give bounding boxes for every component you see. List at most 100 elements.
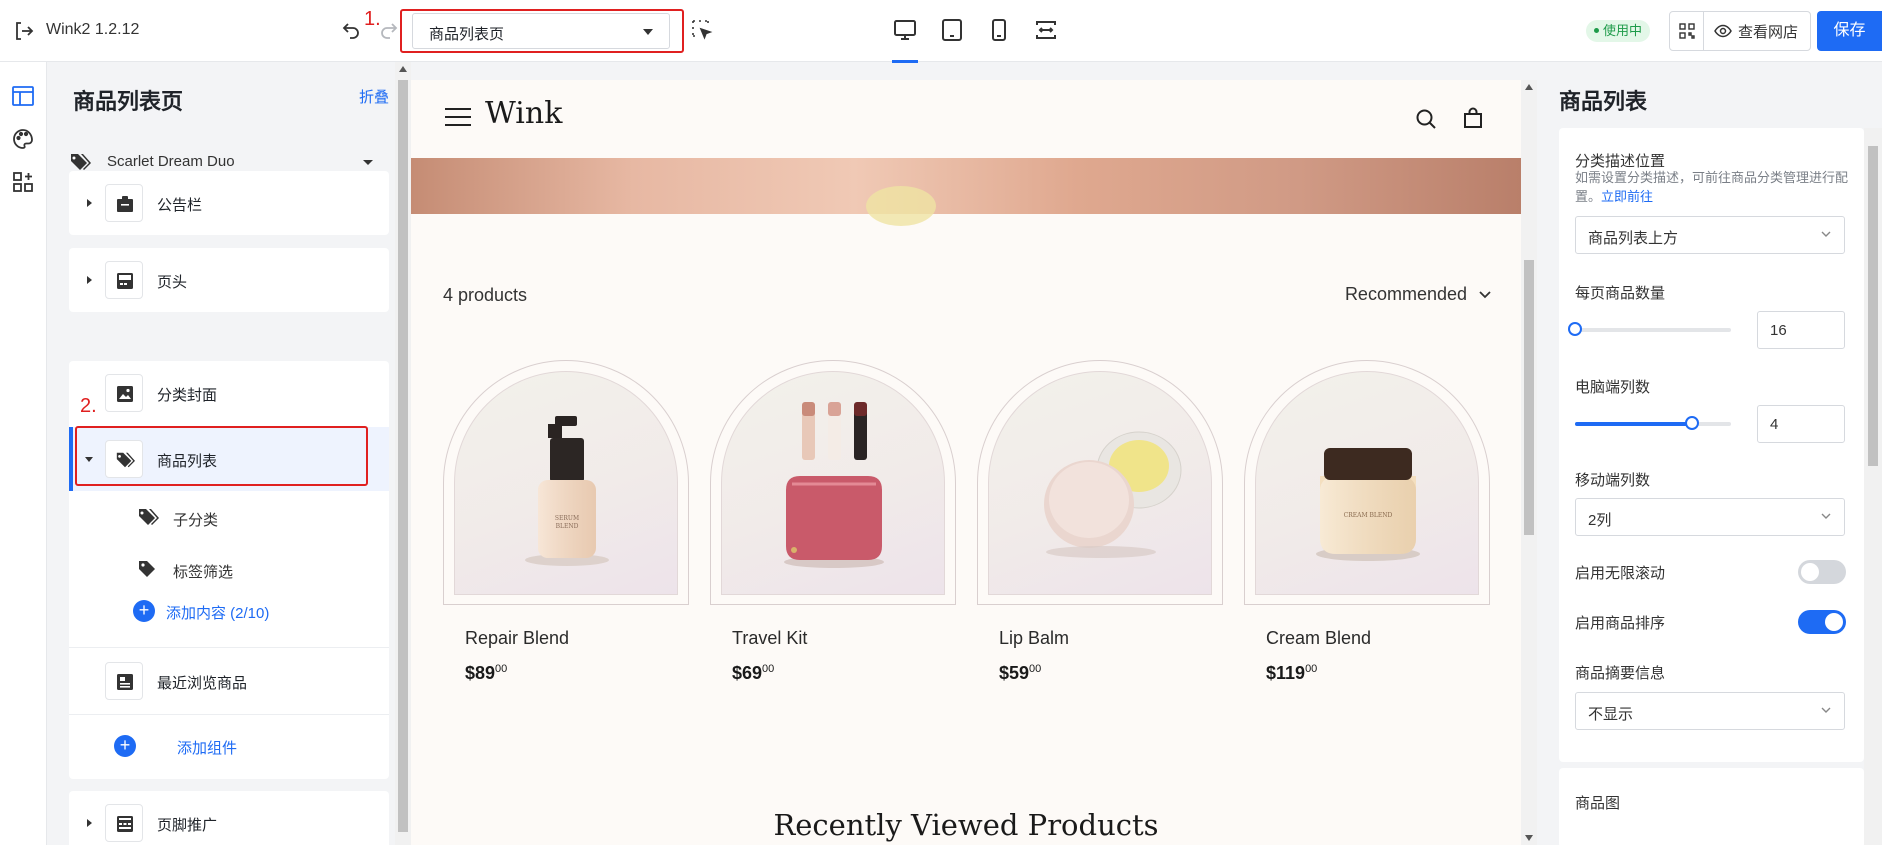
section-header[interactable]: 页头 [69,248,389,312]
tags-icon [70,154,91,170]
category-desc-select[interactable]: 商品列表上方 [1575,216,1845,254]
sorting-label: 启用商品排序 [1575,615,1666,632]
product-image: SERUM BLEND [454,371,678,595]
mobile-cols-label: 移动端列数 [1575,472,1651,489]
add-content-button[interactable]: + 添加内容 (2/10) [69,590,369,630]
desktop-cols-input[interactable]: 4 [1757,405,1845,443]
infinite-scroll-toggle[interactable] [1798,560,1846,584]
tool-rail [0,62,47,845]
mobile-icon[interactable] [986,17,1012,43]
section-category-cover[interactable]: 分类封面 [69,361,389,425]
summary-select[interactable]: 不显示 [1575,692,1845,730]
add-component-button[interactable]: + 添加组件 [69,725,369,765]
per-page-slider[interactable] [1568,322,1731,336]
slider-handle[interactable] [1568,322,1582,336]
status-badge-label: 使用中 [1603,23,1643,38]
chevron-down-icon [1821,707,1831,713]
qr-code-button[interactable] [1670,12,1704,50]
menu-icon[interactable] [445,108,471,128]
divider [69,647,389,648]
add-component-label: 添加组件 [177,740,238,757]
tablet-landscape-icon[interactable] [939,17,965,43]
slider-handle[interactable] [1685,416,1699,430]
go-now-link[interactable]: 立即前往 [1601,189,1653,204]
chevron-down-icon [1821,231,1831,237]
element-picker-icon[interactable] [690,18,714,42]
cart-icon[interactable] [1461,106,1485,130]
scroll-up-icon[interactable] [399,66,407,72]
exit-icon[interactable] [12,19,36,43]
collapse-link[interactable]: 折叠 [359,86,389,107]
chevron-down-icon [1479,290,1491,298]
section-label: 商品列表 [157,453,218,470]
expand-icon[interactable] [87,199,92,207]
product-image [988,371,1212,595]
left-scrollbar[interactable] [395,62,411,845]
product-price: $6900 [732,663,775,683]
product-name[interactable]: Lip Balm [999,628,1069,649]
select-value: 不显示 [1588,706,1634,723]
sort-select[interactable]: Recommended [1345,284,1491,305]
expand-icon[interactable] [87,276,92,284]
apps-add-icon[interactable] [11,170,35,194]
expand-icon[interactable] [87,819,92,827]
desktop-cols-label: 电脑端列数 [1575,379,1651,396]
theme-name: Scarlet Dream Duo [107,153,235,170]
section-label: 分类封面 [157,387,218,404]
tag-icon [139,561,155,577]
product-image-frame [710,360,956,605]
section-announcement[interactable]: 公告栏 [69,171,389,235]
collapse-icon[interactable] [85,457,93,462]
view-store-button[interactable]: 查看网店 [1704,12,1810,50]
desktop-icon[interactable] [892,17,918,43]
section-recently-viewed[interactable]: 最近浏览商品 [69,649,389,713]
product-image: CREAM BLEND [1255,371,1479,595]
per-page-input[interactable]: 16 [1757,311,1845,349]
layout-icon[interactable] [11,84,35,108]
scroll-thumb[interactable] [398,80,408,832]
store-logo[interactable]: Wink [485,96,562,131]
section-label: 页脚推广 [157,817,218,834]
fit-width-icon[interactable] [1033,17,1059,43]
main-section-group: 分类封面 商品列表 子分类 标签筛选 + 添加内容 (2/10) 最近浏览商品 … [69,361,389,779]
annotation-step-1: 1. [364,8,381,30]
preview-scrollbar[interactable] [1521,80,1537,845]
section-footer-promo[interactable]: 页脚推广 [69,791,389,845]
annotation-step-2: 2. [80,395,97,417]
section-label: 公告栏 [157,197,203,214]
product-name[interactable]: Repair Blend [465,628,569,649]
recent-list-icon [105,662,143,700]
sorting-toggle[interactable] [1798,610,1846,634]
scroll-up-icon[interactable] [1525,84,1533,90]
plus-icon: + [114,735,136,757]
mobile-cols-select[interactable]: 2列 [1575,498,1845,536]
store-preview: Wink 4 products Recommended SERUM BLEND … [411,80,1521,845]
toggle-knob [1825,613,1843,631]
undo-icon[interactable] [339,18,363,42]
store-actions: 查看网店 [1669,11,1812,51]
product-price: $11900 [1266,663,1318,683]
divider [69,714,389,715]
scroll-thumb[interactable] [1868,146,1878,466]
page-select[interactable]: 商品列表页 [412,13,670,49]
qr-code-icon [1679,23,1695,39]
sub-item-tag-filter[interactable]: 标签筛选 [69,543,389,595]
app-title: Wink2 1.2.12 [46,21,140,38]
settings-scrollbar[interactable] [1864,128,1882,845]
page-select-value: 商品列表页 [429,26,505,43]
scroll-thumb[interactable] [1524,260,1534,535]
scroll-down-icon[interactable] [1525,835,1533,841]
sub-item-subcategory[interactable]: 子分类 [69,491,389,543]
desktop-cols-slider[interactable] [1575,416,1731,430]
search-icon[interactable] [1414,107,1438,131]
section-product-list[interactable]: 商品列表 [69,427,389,491]
palette-icon[interactable] [11,127,35,151]
product-name[interactable]: Cream Blend [1266,628,1371,649]
summary-label: 商品摘要信息 [1575,665,1666,682]
product-name[interactable]: Travel Kit [732,628,807,649]
save-button[interactable]: 保存 [1817,11,1882,51]
store-header: Wink [411,80,1521,158]
svg-text:SERUM: SERUM [555,515,579,522]
category-desc-hint: 如需设置分类描述，可前往商品分类管理进行配置。立即前往 [1575,170,1849,204]
recently-viewed-title: Recently Viewed Products [773,808,1159,842]
